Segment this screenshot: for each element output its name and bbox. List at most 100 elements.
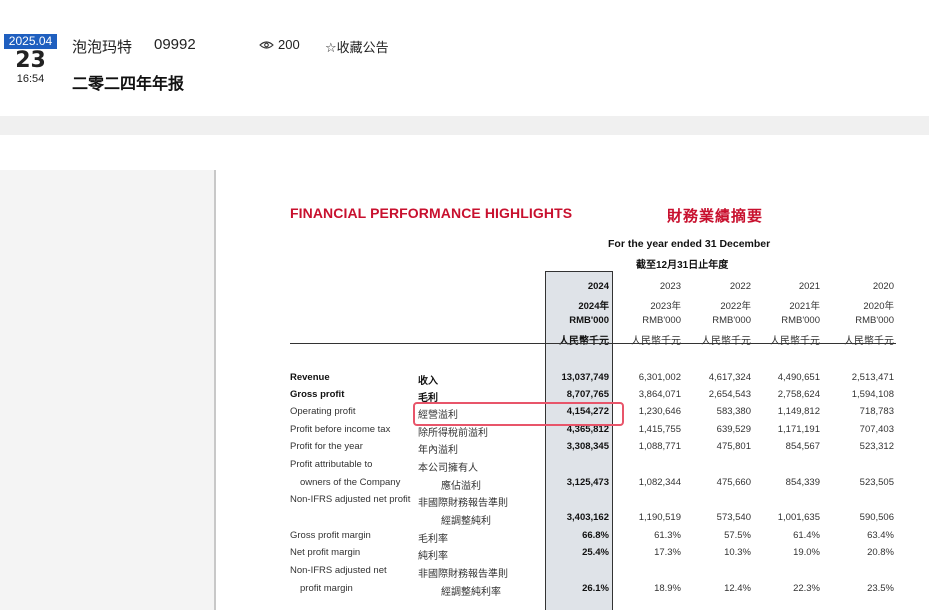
- table-cell: 10.3%: [724, 547, 751, 558]
- table-cell: 2,758,624: [777, 389, 820, 400]
- table-cell: 61.4%: [793, 530, 820, 541]
- table-cell: 523,312: [859, 441, 894, 452]
- table-cell: 707,403: [859, 424, 894, 435]
- thumbnail-pane[interactable]: [0, 170, 216, 610]
- table-cell: 718,783: [859, 406, 894, 417]
- table-cell: 3,308,345: [566, 441, 609, 452]
- table-cell: 4,617,324: [708, 372, 751, 383]
- favorite-button[interactable]: ☆收藏公告: [325, 37, 389, 56]
- table-cell: 3,864,071: [638, 389, 681, 400]
- row-label-en: Gross profit: [290, 389, 345, 400]
- table-cell: 17.3%: [654, 547, 681, 558]
- row-label-cn: 非國際財務報告準則: [418, 498, 508, 509]
- period-label-cn: 截至12月31日止年度: [636, 260, 729, 271]
- column-header-year: 2020: [872, 281, 894, 292]
- column-header-unit: RMB'000: [855, 315, 894, 326]
- date-badge: 2025.04 23 16:54: [4, 34, 57, 92]
- table-cell: 19.0%: [793, 547, 820, 558]
- row-label-en: Profit attributable to: [290, 459, 373, 470]
- row-label-en: Non-IFRS adjusted net: [290, 565, 387, 576]
- table-cell: 2,654,543: [708, 389, 751, 400]
- row-label-cn: 毛利率: [418, 534, 448, 545]
- header-rule: [290, 343, 896, 344]
- favorite-label: ☆收藏公告: [325, 40, 389, 55]
- table-cell: 8,707,765: [566, 389, 609, 400]
- row-label-cn: 經調整純利: [441, 516, 491, 527]
- row-label-cn: 年內溢利: [418, 445, 458, 456]
- table-cell: 2,513,471: [851, 372, 894, 383]
- column-header-year-cn: 2020年: [863, 301, 894, 312]
- row-label-en: Net profit margin: [290, 547, 361, 558]
- table-cell: 590,506: [859, 512, 894, 523]
- table-cell: 20.8%: [867, 547, 894, 558]
- row-label-en: Gross profit margin: [290, 530, 371, 541]
- column-header-year: 2023: [659, 281, 681, 292]
- table-cell: 854,339: [785, 477, 820, 488]
- eye-icon: [259, 40, 274, 49]
- table-cell: 12.4%: [724, 583, 751, 594]
- table-cell: 1,088,771: [638, 441, 681, 452]
- row-label-en: Profit for the year: [290, 441, 363, 452]
- row-label-cn: 非國際財務報告準則: [418, 569, 508, 580]
- column-header-unit: RMB'000: [642, 315, 681, 326]
- row-label-en: owners of the Company: [300, 477, 401, 488]
- document-title[interactable]: 二零二四年年报: [72, 70, 184, 94]
- column-header-unit-cn: 人民幣千元: [631, 336, 681, 347]
- column-header-unit-cn: 人民幣千元: [844, 336, 894, 347]
- stock-code[interactable]: 09992: [154, 36, 196, 53]
- table-cell: 66.8%: [582, 530, 609, 541]
- column-header-unit-cn: 人民幣千元: [701, 336, 751, 347]
- table-cell: 1,082,344: [638, 477, 681, 488]
- row-label-cn: 除所得稅前溢利: [418, 428, 488, 439]
- divider-band: [0, 116, 929, 135]
- table-cell: 22.3%: [793, 583, 820, 594]
- table-cell: 639,529: [716, 424, 751, 435]
- table-cell: 63.4%: [867, 530, 894, 541]
- period-label-en: For the year ended 31 December: [608, 238, 771, 250]
- column-header-unit: RMB'000: [781, 315, 820, 326]
- table-cell: 3,403,162: [566, 512, 609, 523]
- table-cell: 23.5%: [867, 583, 894, 594]
- highlights-heading-en: FINANCIAL PERFORMANCE HIGHLIGHTS: [290, 205, 573, 221]
- operating-profit-annotation: [413, 402, 624, 426]
- table-cell: 26.1%: [582, 583, 609, 594]
- row-label-cn: 應佔溢利: [441, 481, 481, 492]
- column-header-year-cn: 2023年: [650, 301, 681, 312]
- table-cell: 854,567: [785, 441, 820, 452]
- table-cell: 13,037,749: [561, 372, 609, 383]
- table-cell: 475,660: [716, 477, 751, 488]
- table-cell: 523,505: [859, 477, 894, 488]
- column-header-year-cn: 2021年: [789, 301, 820, 312]
- row-label-en: Operating profit: [290, 406, 356, 417]
- row-label-en: Revenue: [290, 372, 330, 383]
- column-header-year-cn: 2024年: [578, 301, 609, 312]
- column-header-unit-cn: 人民幣千元: [770, 336, 820, 347]
- row-label-en: Non-IFRS adjusted net profit: [290, 494, 411, 505]
- table-cell: 1,415,755: [638, 424, 681, 435]
- row-label-en: Profit before income tax: [290, 424, 391, 435]
- column-header-year: 2022: [729, 281, 751, 292]
- table-cell: 1,149,812: [777, 406, 820, 417]
- row-label-cn: 經調整純利率: [441, 587, 501, 598]
- announcement-header: 2025.04 23 16:54 泡泡玛特 09992 200 ☆收藏公告 二零…: [0, 0, 929, 116]
- table-cell: 25.4%: [582, 547, 609, 558]
- table-cell: 4,490,651: [777, 372, 820, 383]
- table-cell: 3,125,473: [566, 477, 609, 488]
- table-cell: 1,594,108: [851, 389, 894, 400]
- table-cell: 57.5%: [724, 530, 751, 541]
- row-label-cn: 收入: [418, 376, 438, 387]
- column-header-year-cn: 2022年: [720, 301, 751, 312]
- highlights-heading-cn: 財務業績摘要: [667, 208, 764, 225]
- table-cell: 475,801: [716, 441, 751, 452]
- table-cell: 573,540: [716, 512, 751, 523]
- table-cell: 1,171,191: [777, 424, 820, 435]
- table-cell: 1,190,519: [638, 512, 681, 523]
- column-header-year: 2021: [798, 281, 820, 292]
- column-header-unit: RMB'000: [569, 315, 609, 326]
- table-cell: 6,301,002: [638, 372, 681, 383]
- date-year-month: 2025.04: [4, 34, 57, 49]
- view-count: 200: [259, 37, 300, 52]
- company-name[interactable]: 泡泡玛特: [72, 36, 132, 57]
- column-header-unit: RMB'000: [712, 315, 751, 326]
- row-label-cn: 本公司擁有人: [418, 463, 478, 474]
